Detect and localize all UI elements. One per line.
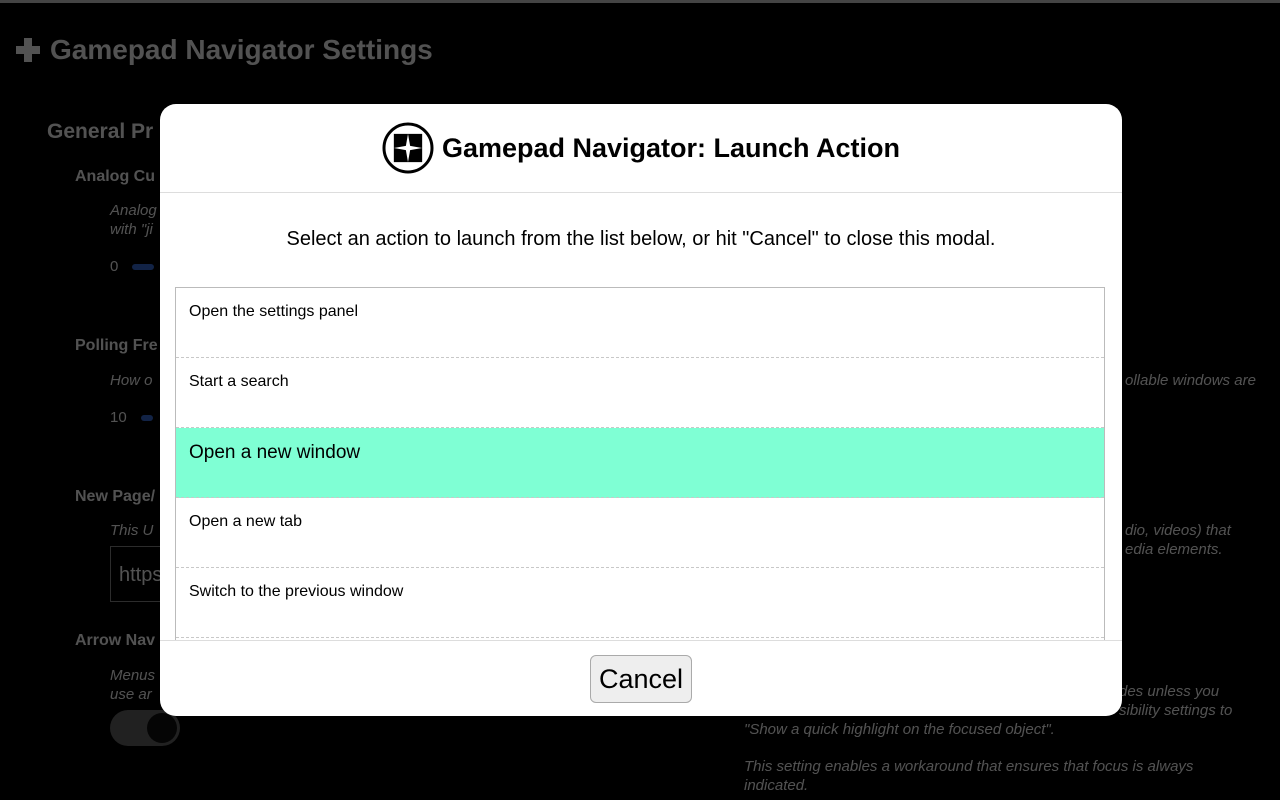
modal-title: Gamepad Navigator: Launch Action [441, 132, 901, 163]
setting-desc-newpage: This U [110, 522, 154, 539]
slider-track[interactable] [140, 414, 153, 421]
page-title-text: Gamepad Navigator Settings [50, 34, 433, 65]
modal-footer: Cancel [160, 640, 1122, 716]
setting-label-analog: Analog Cu [75, 168, 155, 185]
modal-header: Gamepad Navigator: Launch Action [160, 104, 1122, 193]
launch-action-modal: Gamepad Navigator: Launch Action Select … [160, 104, 1122, 716]
setting-label-newpage: New Page/ [75, 488, 156, 505]
action-item-open-new-window[interactable]: Open a new window [176, 428, 1104, 498]
modal-instructions: Select an action to launch from the list… [286, 228, 996, 250]
slider-value: 0 [110, 258, 119, 275]
gamepad-dpad-icon [16, 38, 40, 62]
action-item-open-new-tab[interactable]: Open a new tab [176, 498, 1104, 568]
section-title: General Pr [47, 120, 154, 143]
action-item-switch-previous-window[interactable]: Switch to the previous window [176, 568, 1104, 638]
gamepad-navigator-logo-icon [382, 122, 434, 174]
action-list[interactable]: Open the settings panel Start a search O… [175, 287, 1105, 640]
setting-desc-arrow-nav: Menus use ar [110, 667, 156, 703]
action-item-start-search[interactable]: Start a search [176, 358, 1104, 428]
analog-slider[interactable]: 0 [110, 258, 155, 275]
toggle-knob [147, 713, 177, 743]
slider-track[interactable] [132, 263, 155, 270]
setting-desc-polling: How o [110, 372, 153, 389]
cancel-button[interactable]: Cancel [589, 655, 693, 703]
setting-label-polling: Polling Fre [75, 337, 158, 354]
setting-desc-analog: Analog with "ji [110, 202, 157, 238]
setting-desc-right-newpage: dio, videos) that edia elements. [1125, 522, 1231, 558]
polling-slider[interactable]: 10 [110, 409, 153, 426]
setting-desc-right-polling: ollable windows are [1125, 372, 1256, 389]
slider-value: 10 [110, 409, 127, 426]
page-title: Gamepad Navigator Settings [14, 34, 433, 66]
setting-label-arrow-nav: Arrow Nav [75, 632, 156, 649]
action-item-open-settings[interactable]: Open the settings panel [176, 288, 1104, 358]
